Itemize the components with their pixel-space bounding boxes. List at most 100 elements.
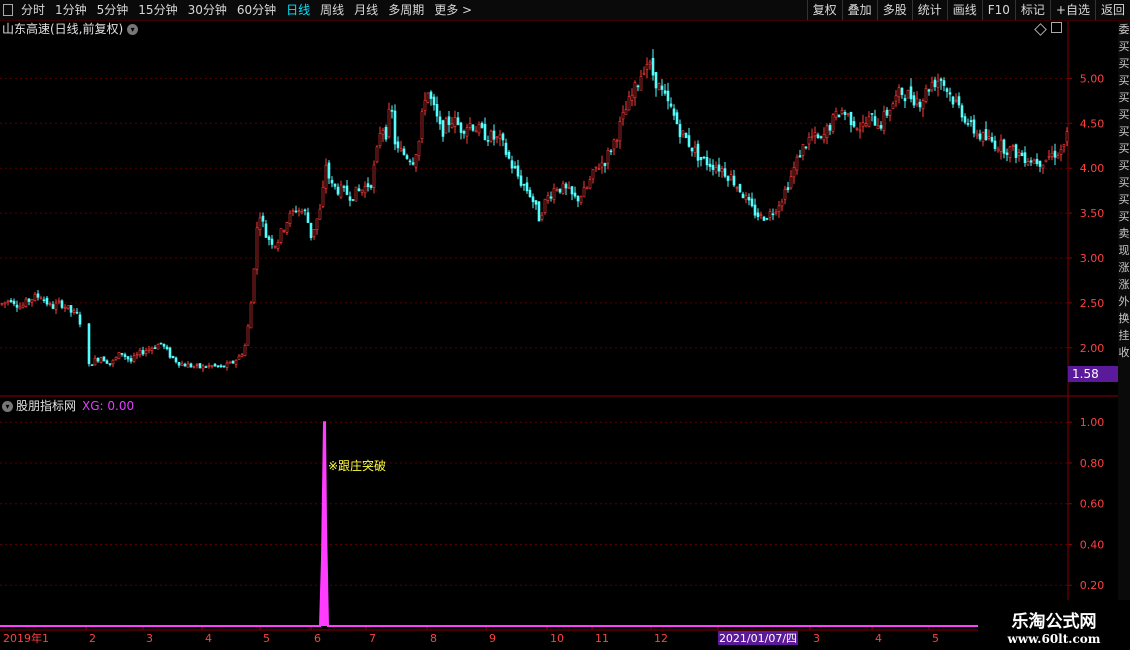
sidebar-label: 买 bbox=[1118, 159, 1130, 172]
candle-body bbox=[624, 109, 628, 115]
candle-body bbox=[204, 366, 208, 368]
candle-body bbox=[843, 112, 847, 115]
candle-body bbox=[750, 198, 754, 207]
candle-body bbox=[69, 305, 73, 313]
quote-sidebar: 委买买买买买买买买买买买卖现涨涨外换挂收 bbox=[1118, 21, 1130, 650]
candle-body bbox=[297, 210, 301, 213]
candle-body bbox=[912, 95, 916, 106]
candle-body bbox=[243, 345, 247, 356]
candle-body bbox=[1056, 155, 1060, 159]
candle-body bbox=[120, 352, 124, 355]
candle-body bbox=[291, 210, 295, 213]
candle-body bbox=[591, 169, 595, 180]
candle-body bbox=[456, 117, 460, 125]
candle-body bbox=[999, 139, 1003, 152]
candle-body bbox=[39, 297, 43, 300]
candle-body bbox=[396, 141, 400, 149]
candle-body bbox=[24, 298, 28, 307]
candle-body bbox=[390, 109, 394, 112]
time-tick-label: 4 bbox=[205, 632, 212, 645]
candle-body bbox=[507, 151, 511, 159]
candle-body bbox=[735, 186, 739, 189]
sidebar-label bbox=[1118, 395, 1130, 412]
sidebar-label: 外 bbox=[1118, 295, 1130, 308]
candle-body bbox=[75, 311, 79, 314]
chevron-down-icon[interactable]: ▾ bbox=[2, 400, 13, 412]
candle-body bbox=[1038, 160, 1042, 167]
candle-body bbox=[840, 110, 844, 114]
indicator-tick-label: 0.40 bbox=[1080, 538, 1105, 551]
candle-body bbox=[816, 134, 820, 139]
candle-body bbox=[414, 154, 418, 168]
watermark: 乐淘公式网 www.60lt.com bbox=[978, 600, 1130, 650]
candle-body bbox=[690, 147, 694, 152]
sidebar-label bbox=[1118, 548, 1130, 565]
candle-body bbox=[312, 229, 316, 237]
indicator-tick-label: 0.80 bbox=[1080, 457, 1105, 470]
candle-body bbox=[537, 201, 541, 222]
candle-body bbox=[270, 238, 274, 245]
sidebar-label: 买 bbox=[1118, 40, 1130, 53]
candle-body bbox=[573, 192, 577, 197]
candle-body bbox=[762, 216, 766, 221]
candle-body bbox=[846, 113, 850, 116]
candle-body bbox=[423, 100, 427, 111]
candle-body bbox=[660, 85, 664, 90]
candle-body bbox=[771, 213, 775, 216]
candle-body bbox=[903, 98, 907, 102]
candle-body bbox=[606, 150, 610, 164]
candle-body bbox=[996, 148, 1000, 152]
candle-body bbox=[468, 123, 472, 128]
candle-body bbox=[783, 188, 787, 200]
candle-body bbox=[366, 183, 370, 188]
candle-body bbox=[729, 174, 733, 181]
time-tick-label: 4 bbox=[875, 632, 882, 645]
candle-body bbox=[921, 100, 925, 110]
sidebar-label: 换 bbox=[1118, 312, 1130, 325]
sidebar-label: 买 bbox=[1118, 91, 1130, 104]
candle-body bbox=[21, 304, 25, 308]
candle-body bbox=[1014, 144, 1018, 158]
candle-body bbox=[153, 347, 157, 349]
candle-body bbox=[300, 211, 304, 214]
indicator-header: ▾ 股朋指标网 XG: 0.00 bbox=[2, 398, 134, 414]
candle-body bbox=[93, 357, 97, 366]
candle-body bbox=[867, 116, 871, 127]
candle-body bbox=[579, 196, 583, 203]
candle-body bbox=[384, 126, 388, 140]
candle-body bbox=[261, 215, 265, 222]
candle-body bbox=[273, 245, 277, 248]
candle-body bbox=[618, 121, 622, 142]
candle-body bbox=[957, 96, 961, 106]
candle-body bbox=[138, 349, 142, 355]
candle-body bbox=[924, 88, 928, 102]
candle-body bbox=[147, 348, 151, 352]
candle-body bbox=[552, 188, 556, 201]
candle-body bbox=[906, 90, 910, 99]
candle-body bbox=[561, 183, 565, 194]
candle-body bbox=[1041, 164, 1045, 169]
candle-body bbox=[360, 189, 364, 193]
candle-body bbox=[747, 196, 751, 201]
candle-body bbox=[246, 325, 250, 346]
candle-body bbox=[1059, 148, 1063, 155]
candle-body bbox=[813, 132, 817, 137]
candle-body bbox=[519, 175, 523, 186]
candle-body bbox=[60, 300, 64, 308]
candle-body bbox=[543, 198, 547, 213]
candle-body bbox=[807, 137, 811, 145]
candle-body bbox=[225, 362, 229, 368]
candle-body bbox=[876, 125, 880, 129]
candle-body bbox=[525, 182, 529, 192]
candle-body bbox=[549, 196, 553, 199]
candle-body bbox=[177, 362, 181, 366]
candle-body bbox=[723, 168, 727, 177]
candle-body bbox=[834, 111, 838, 118]
candle-body bbox=[447, 116, 451, 125]
candle-body bbox=[705, 156, 709, 166]
candle-body bbox=[441, 120, 445, 137]
candle-body bbox=[726, 176, 730, 181]
candle-body bbox=[372, 164, 376, 188]
candle-body bbox=[237, 355, 241, 360]
candle-body bbox=[498, 134, 502, 139]
